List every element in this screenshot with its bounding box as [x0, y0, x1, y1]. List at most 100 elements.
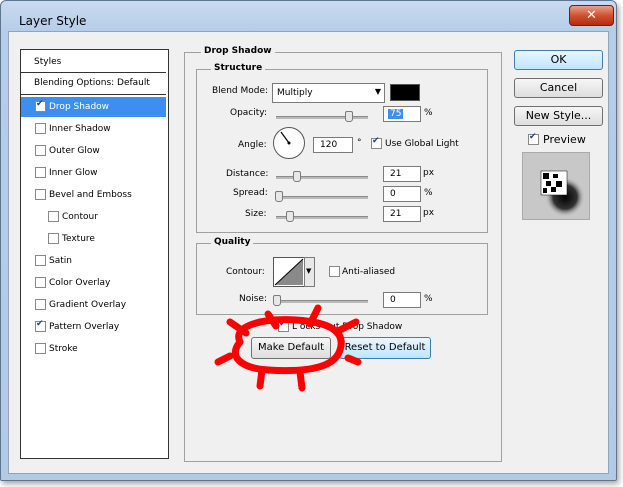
noise-unit: %	[424, 294, 433, 304]
style-item-outer-glow[interactable]: Outer Glow	[21, 141, 166, 161]
preview-label: Preview	[543, 133, 586, 146]
contour-checkbox[interactable]	[48, 211, 59, 222]
distance-value: 21	[390, 169, 402, 179]
noise-slider[interactable]	[276, 300, 368, 303]
size-input[interactable]: 21	[383, 206, 421, 222]
style-item-pattern-overlay[interactable]: Pattern Overlay	[21, 317, 166, 337]
distance-label: Distance:	[226, 169, 269, 179]
use-global-light-checkbox[interactable]	[371, 136, 382, 149]
opacity-input[interactable]: 75	[383, 106, 421, 122]
use-global-light-label: Use Global Light	[385, 139, 459, 149]
stroke-checkbox[interactable]	[35, 343, 46, 354]
style-item-label: Contour	[62, 212, 98, 222]
contour-picker[interactable]	[273, 257, 305, 287]
outer-glow-checkbox[interactable]	[35, 145, 46, 156]
size-value: 21	[390, 209, 402, 219]
spread-slider-thumb[interactable]	[275, 191, 283, 202]
noise-label: Noise:	[239, 294, 267, 304]
inner-glow-checkbox[interactable]	[35, 167, 46, 178]
style-item-inner-glow[interactable]: Inner Glow	[21, 163, 166, 183]
ok-label: OK	[550, 53, 567, 66]
inner-shadow-checkbox[interactable]	[35, 123, 46, 134]
style-item-bevel-emboss[interactable]: Bevel and Emboss	[21, 185, 166, 205]
opacity-unit: %	[424, 108, 433, 118]
opacity-slider-thumb[interactable]	[345, 111, 353, 122]
reset-to-default-label: Reset to Default	[344, 342, 426, 353]
layer-knocks-out-checkbox[interactable]	[278, 319, 289, 332]
style-item-label: Outer Glow	[49, 146, 100, 156]
spread-slider[interactable]	[276, 196, 368, 199]
preview-checkbox[interactable]	[528, 132, 539, 145]
title-bar[interactable]: Layer Style ✕	[1, 1, 616, 33]
bevel-emboss-checkbox[interactable]	[35, 189, 46, 200]
distance-slider-thumb[interactable]	[293, 171, 301, 182]
contour-dropdown-button[interactable]: ▼	[304, 257, 315, 287]
style-item-label: Inner Glow	[49, 168, 98, 178]
blend-mode-select[interactable]: Multiply ▼	[272, 83, 385, 103]
size-unit: px	[423, 208, 435, 218]
close-icon: ✕	[586, 8, 597, 23]
style-item-label: Drop Shadow	[49, 102, 110, 112]
distance-input[interactable]: 21	[383, 166, 421, 182]
texture-checkbox[interactable]	[48, 233, 59, 244]
pattern-overlay-checkbox[interactable]	[35, 319, 46, 332]
blending-options-label: Blending Options: Default	[34, 78, 150, 88]
style-item-drop-shadow[interactable]: Drop Shadow	[21, 97, 166, 117]
style-item-inner-shadow[interactable]: Inner Shadow	[21, 119, 166, 139]
make-default-button[interactable]: Make Default	[251, 337, 331, 359]
angle-dial[interactable]	[273, 127, 305, 159]
angle-input[interactable]: 120	[313, 137, 353, 153]
opacity-slider[interactable]	[276, 116, 368, 119]
structure-title: Structure	[211, 63, 266, 73]
angle-value: 120	[320, 140, 338, 150]
noise-input[interactable]: 0	[383, 292, 421, 308]
cancel-label: Cancel	[539, 81, 578, 94]
reset-to-default-button[interactable]: Reset to Default	[339, 337, 431, 359]
ok-button[interactable]: OK	[514, 50, 603, 70]
style-item-label: Inner Shadow	[49, 124, 111, 134]
style-preview-thumbnail	[522, 152, 590, 220]
spread-value: 0	[390, 189, 396, 199]
style-item-label: Gradient Overlay	[49, 300, 127, 310]
style-item-color-overlay[interactable]: Color Overlay	[21, 273, 166, 293]
angle-dial-icon	[280, 131, 291, 145]
style-item-label: Satin	[49, 256, 72, 266]
shadow-color-swatch[interactable]	[390, 84, 420, 101]
contour-label: Contour:	[226, 267, 265, 277]
style-item-texture[interactable]: Texture	[21, 229, 166, 249]
dialog-title: Layer Style	[19, 14, 87, 28]
style-item-label: Bevel and Emboss	[49, 190, 132, 200]
make-default-label: Make Default	[257, 342, 325, 353]
style-item-label: Stroke	[49, 344, 78, 354]
quality-title: Quality	[211, 237, 254, 247]
chevron-down-icon: ▼	[306, 267, 312, 275]
blending-options-item[interactable]: Blending Options: Default	[21, 73, 166, 93]
style-item-gradient-overlay[interactable]: Gradient Overlay	[21, 295, 166, 315]
quality-group	[196, 243, 488, 315]
styles-header-label: Styles	[34, 57, 62, 67]
gradient-overlay-checkbox[interactable]	[35, 299, 46, 310]
style-item-stroke[interactable]: Stroke	[21, 339, 166, 359]
drop-shadow-title: Drop Shadow	[201, 46, 275, 56]
new-style-label: New Style...	[525, 109, 592, 122]
angle-label: Angle:	[238, 140, 267, 150]
new-style-button[interactable]: New Style...	[514, 106, 603, 126]
anti-aliased-checkbox[interactable]	[329, 266, 340, 277]
size-slider-thumb[interactable]	[286, 211, 294, 222]
color-overlay-checkbox[interactable]	[35, 277, 46, 288]
preview-image	[540, 170, 585, 217]
style-item-satin[interactable]: Satin	[21, 251, 166, 271]
style-item-label: Pattern Overlay	[49, 322, 120, 332]
spread-input[interactable]: 0	[383, 186, 421, 202]
contour-curve-icon	[274, 258, 304, 286]
drop-shadow-checkbox[interactable]	[35, 99, 46, 112]
style-item-contour[interactable]: Contour	[21, 207, 166, 227]
noise-slider-thumb[interactable]	[273, 295, 281, 306]
satin-checkbox[interactable]	[35, 255, 46, 266]
cancel-button[interactable]: Cancel	[514, 78, 603, 98]
spread-unit: %	[424, 188, 433, 198]
style-item-label: Color Overlay	[49, 278, 111, 288]
close-button[interactable]: ✕	[569, 5, 614, 26]
distance-slider[interactable]	[276, 176, 368, 179]
styles-header[interactable]: Styles	[21, 50, 166, 73]
